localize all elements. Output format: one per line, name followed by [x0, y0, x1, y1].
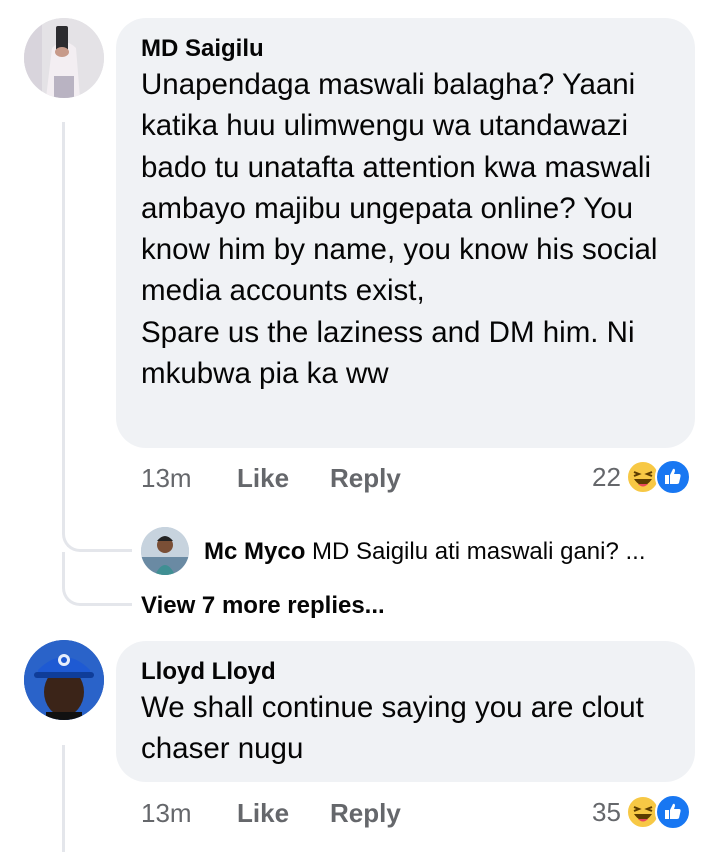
- comment-text: We shall continue saying you are clout c…: [141, 691, 644, 766]
- reply-button[interactable]: Reply: [330, 463, 401, 493]
- reply-connector: [62, 500, 132, 552]
- reply-text: MD Saigilu ati maswali gani? ...: [312, 538, 646, 565]
- comment-timestamp[interactable]: 13m: [141, 798, 192, 828]
- comment-author[interactable]: Lloyd Lloyd: [141, 657, 675, 687]
- reply-button[interactable]: Reply: [330, 798, 401, 828]
- comment-author[interactable]: MD Saigilu: [141, 34, 675, 64]
- reaction-summary[interactable]: 35: [592, 792, 691, 832]
- avatar-photo: [24, 18, 104, 98]
- reaction-count: 22: [592, 461, 621, 492]
- like-button[interactable]: Like: [237, 463, 289, 493]
- thread-line: [62, 122, 65, 532]
- avatar[interactable]: [24, 18, 104, 98]
- reply-avatar[interactable]: [141, 527, 189, 575]
- reaction-summary[interactable]: 22: [592, 457, 691, 497]
- reaction-count: 35: [592, 796, 621, 827]
- like-icon: [654, 459, 691, 495]
- view-more-replies-link[interactable]: View 7 more replies...: [141, 592, 385, 620]
- comment-bubble: Lloyd Lloyd We shall continue saying you…: [116, 641, 695, 782]
- more-replies-connector: [62, 552, 132, 606]
- reply-avatar-photo: [141, 527, 189, 575]
- thread-line: [62, 745, 65, 852]
- reply-author[interactable]: Mc Myco: [204, 538, 305, 565]
- avatar[interactable]: [24, 640, 104, 720]
- comment-bubble: MD Saigilu Unapendaga maswali balagha? Y…: [116, 18, 695, 448]
- avatar-photo: [24, 640, 104, 720]
- comment-timestamp[interactable]: 13m: [141, 463, 192, 493]
- reply-preview[interactable]: Mc Myco MD Saigilu ati maswali gani? ...: [204, 538, 646, 566]
- comment-text: Unapendaga maswali balagha? Yaani katika…: [141, 68, 658, 391]
- like-button[interactable]: Like: [237, 798, 289, 828]
- like-icon: [654, 794, 691, 830]
